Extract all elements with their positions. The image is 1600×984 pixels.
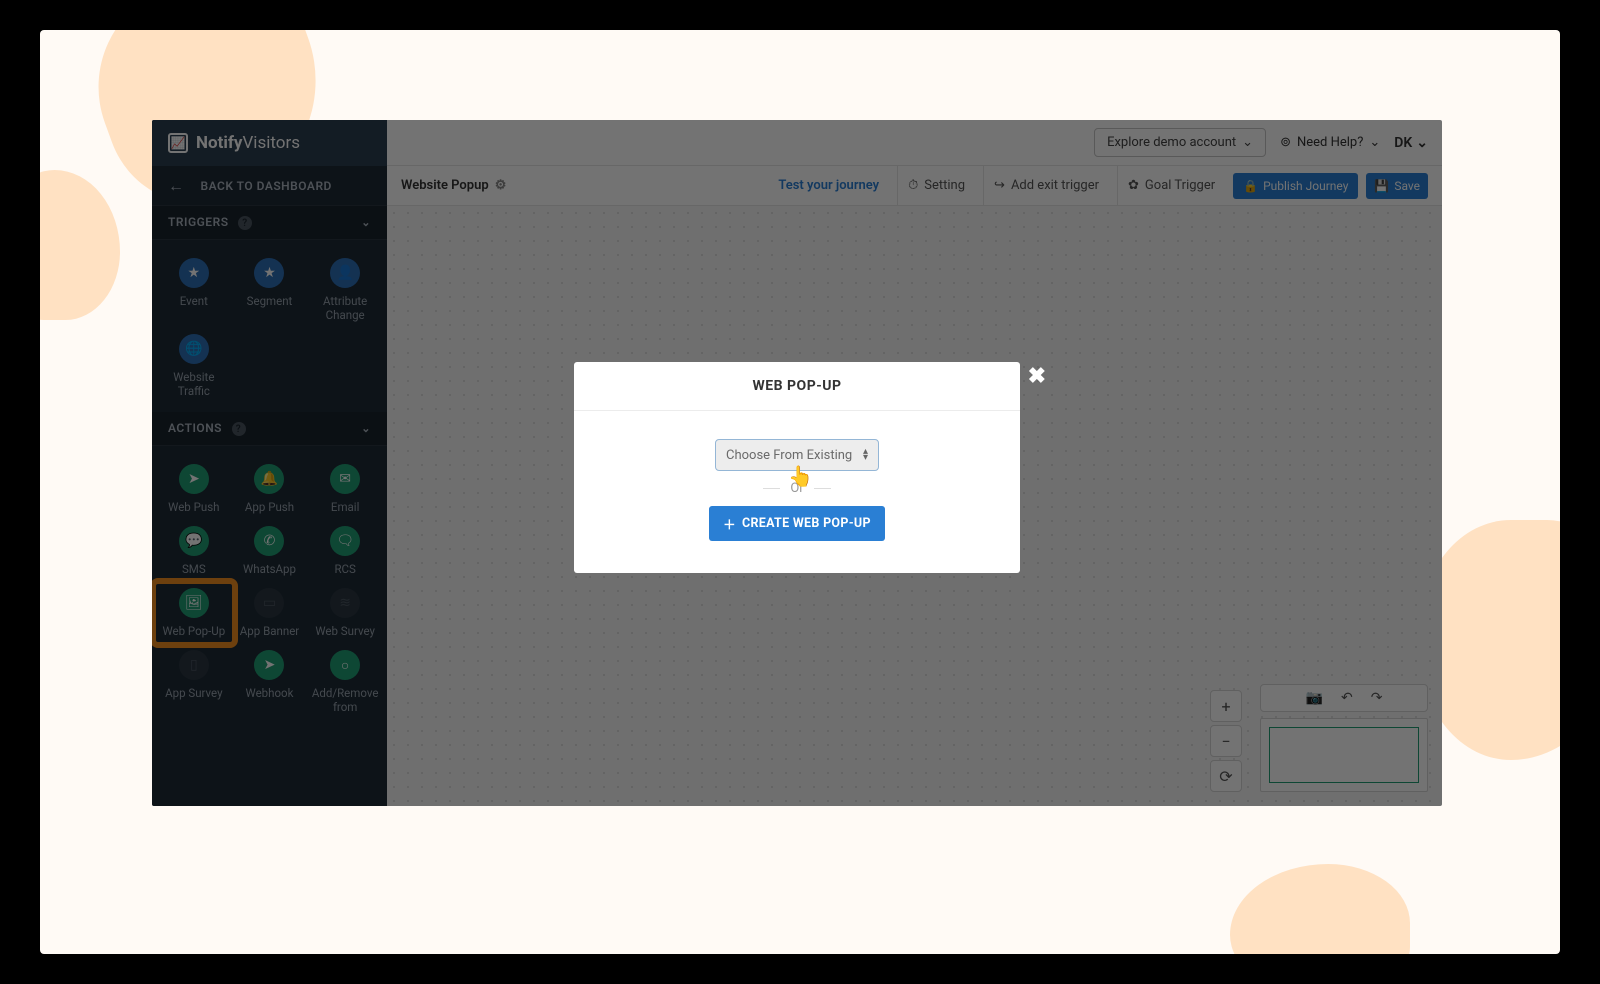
app-window: 📈 NotifyVisitors ← BACK TO DASHBOARD TRI… — [152, 120, 1442, 806]
close-icon[interactable]: ✖ — [1028, 364, 1046, 389]
modal-title: WEB POP-UP — [574, 362, 1020, 411]
outer-frame: 📈 NotifyVisitors ← BACK TO DASHBOARD TRI… — [40, 30, 1560, 954]
or-text: Or — [790, 481, 803, 496]
web-popup-modal: ✖ WEB POP-UP Choose From Existing ▴▾ 👆 O… — [574, 362, 1020, 573]
modal-layer: ✖ WEB POP-UP Choose From Existing ▴▾ 👆 O… — [152, 120, 1442, 806]
create-label: CREATE WEB POP-UP — [742, 516, 871, 531]
bg-blob — [1230, 864, 1410, 954]
select-value: Choose From Existing — [726, 448, 852, 463]
bg-blob — [40, 170, 120, 320]
create-web-popup-button[interactable]: ＋ CREATE WEB POP-UP — [709, 506, 885, 541]
or-divider: Or — [763, 481, 831, 496]
select-arrows-icon: ▴▾ — [863, 449, 868, 461]
choose-existing-select[interactable]: Choose From Existing ▴▾ 👆 — [715, 439, 879, 471]
modal-body: Choose From Existing ▴▾ 👆 Or ＋ CREATE WE… — [574, 411, 1020, 573]
plus-icon: ＋ — [723, 514, 736, 533]
